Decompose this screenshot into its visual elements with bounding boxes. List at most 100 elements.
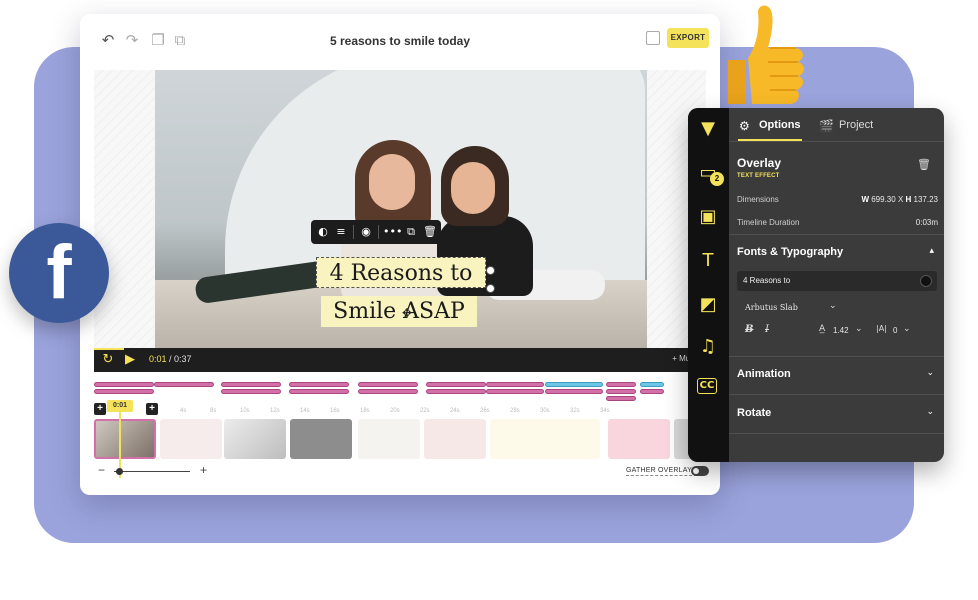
add-clip-after-button[interactable]: + [146, 403, 158, 415]
overlay-text-input[interactable]: 4 Reasons to [737, 271, 937, 291]
media-icon[interactable]: ▣ [697, 206, 719, 228]
overlay-track-bar[interactable] [545, 382, 603, 387]
overlay-track-bar[interactable] [289, 389, 349, 394]
dimensions-value[interactable]: W 699.30 X H 137.23 [861, 195, 938, 204]
line-height-icon[interactable]: A̲ [819, 324, 825, 334]
resize-handle[interactable] [486, 284, 495, 293]
person-right-face [451, 162, 495, 214]
chevron-down-icon[interactable]: ⌄ [903, 324, 911, 334]
expand-chevron-icon[interactable]: ⌄ [926, 407, 934, 417]
ruler-tick: 28s [510, 408, 520, 414]
text-overlay-line1[interactable]: 4 Reasons to [316, 257, 486, 288]
ruler-tick: 10s [240, 408, 250, 414]
logo-icon[interactable]: ▼ [697, 118, 719, 140]
overlay-track-bar[interactable] [154, 382, 214, 387]
duration-value[interactable]: 0:03m [916, 218, 938, 227]
chevron-down-icon[interactable]: ⌄ [855, 324, 863, 334]
text-floating-toolbar: ◐ ≡ ◉ ••• ⧉ 🗑 [311, 220, 441, 244]
zoom-out-button[interactable]: − [98, 463, 105, 477]
text-color-swatch[interactable] [920, 275, 932, 287]
scene-thumbnail[interactable] [358, 419, 420, 459]
overlay-track-bar[interactable] [94, 382, 154, 387]
letter-spacing-value[interactable]: 0 [893, 326, 897, 335]
fonts-typography-title[interactable]: Fonts & Typography [737, 246, 843, 258]
delete-overlay-icon[interactable]: 🗑 [917, 158, 931, 172]
italic-icon[interactable]: I [765, 324, 769, 335]
animation-title[interactable]: Animation [737, 368, 791, 380]
contrast-icon[interactable]: ◐ [315, 224, 331, 240]
tab-project[interactable]: 🎬 Project [819, 116, 873, 134]
collapse-chevron-icon[interactable]: ▴ [929, 246, 934, 256]
overlay-track-bar[interactable] [221, 382, 281, 387]
music-icon[interactable]: ♫ [697, 336, 719, 358]
export-button[interactable]: EXPORT [667, 28, 709, 48]
save-icon[interactable] [646, 31, 660, 45]
scene-thumbnail[interactable] [608, 419, 670, 459]
overlay-track-bar[interactable] [640, 389, 664, 394]
play-icon[interactable]: ▶ [122, 352, 138, 368]
ruler-tick: 18s [360, 408, 370, 414]
replay-icon[interactable]: ↻ [100, 352, 116, 368]
rotate-title[interactable]: Rotate [737, 407, 771, 419]
resize-handle[interactable] [486, 266, 495, 275]
project-title[interactable]: 5 reasons to smile today [80, 34, 720, 48]
playhead-label[interactable]: 0:01 [107, 400, 133, 412]
zoom-in-button[interactable]: + [200, 463, 207, 477]
chevron-down-icon[interactable]: ⌄ [829, 301, 837, 311]
add-clip-before-button[interactable]: + [94, 403, 106, 415]
scene-thumbnail[interactable] [490, 419, 600, 459]
overlay-track-bar[interactable] [606, 382, 636, 387]
overlay-track-bar[interactable] [94, 389, 154, 394]
captions-icon[interactable]: CC [697, 378, 717, 394]
overlay-track-bar[interactable] [221, 389, 281, 394]
scene-thumbnail[interactable] [224, 419, 286, 459]
gather-overlays-toggle[interactable] [691, 466, 709, 476]
playback-bar: ↻ ▶ 0:01 / 0:37 + Music [94, 348, 706, 372]
tabs-divider [729, 141, 944, 142]
ruler-tick: 30s [540, 408, 550, 414]
font-family-select[interactable]: Arbutus Slab [745, 303, 798, 312]
overlay-track-bar[interactable] [358, 382, 418, 387]
line-height-value[interactable]: 1.42 [833, 326, 849, 335]
overlay-track-bar[interactable] [486, 382, 544, 387]
options-icon: ⚙ [739, 119, 750, 133]
more-icon[interactable]: ••• [383, 224, 402, 240]
time-display: 0:01 / 0:37 [149, 354, 192, 364]
time-separator: / [166, 354, 175, 364]
overlay-track-bar[interactable] [486, 389, 544, 394]
clapper-icon: 🎬 [819, 119, 834, 133]
overlay-track-bar[interactable] [640, 382, 664, 387]
color-icon[interactable]: ◉ [358, 224, 374, 240]
overlay-track-bar[interactable] [606, 396, 636, 401]
ruler-tick: 20s [390, 408, 400, 414]
overlay-track-bar[interactable] [289, 382, 349, 387]
shapes-icon[interactable]: ◩ [697, 294, 719, 316]
options-panel: ▼ ▭ 2 ▣ T ◩ ♫ CC ⚙ Options 🎬 Project Overl… [688, 108, 944, 462]
copy-icon[interactable]: ⧉ [403, 224, 419, 240]
dimensions-label: Dimensions [737, 195, 779, 204]
trash-icon[interactable]: 🗑 [422, 224, 438, 240]
scene-thumbnail[interactable] [290, 419, 352, 459]
toolbar-divider [353, 225, 354, 239]
scene-thumbnail[interactable] [160, 419, 222, 459]
align-icon[interactable]: ≡ [333, 224, 349, 240]
playback-progress[interactable] [94, 348, 124, 350]
overlay-track-bar[interactable] [426, 389, 486, 394]
overlay-track-bar[interactable] [545, 389, 603, 394]
overlay-track-bar[interactable] [426, 382, 486, 387]
letter-spacing-icon[interactable]: |A| [876, 324, 887, 333]
scene-thumbnail[interactable] [424, 419, 486, 459]
stage: ↶ ↷ ❐ ⧉ 5 reasons to smile today EXPORT [0, 0, 978, 600]
expand-chevron-icon[interactable]: ⌄ [926, 368, 934, 378]
text-overlay-line2[interactable]: Smile ASAP [321, 296, 477, 327]
text-tool-icon[interactable]: T [697, 250, 719, 272]
tab-options[interactable]: ⚙ Options [739, 116, 801, 134]
zoom-slider-track[interactable] [114, 471, 190, 472]
facebook-logo-icon: f [46, 230, 72, 315]
scene-thumbnail[interactable] [94, 419, 156, 459]
tab-project-label: Project [839, 119, 874, 131]
overlay-track-bar[interactable] [606, 389, 636, 394]
zoom-slider-knob[interactable] [116, 468, 123, 475]
overlay-track-bar[interactable] [358, 389, 418, 394]
bold-icon[interactable]: B [745, 324, 753, 335]
